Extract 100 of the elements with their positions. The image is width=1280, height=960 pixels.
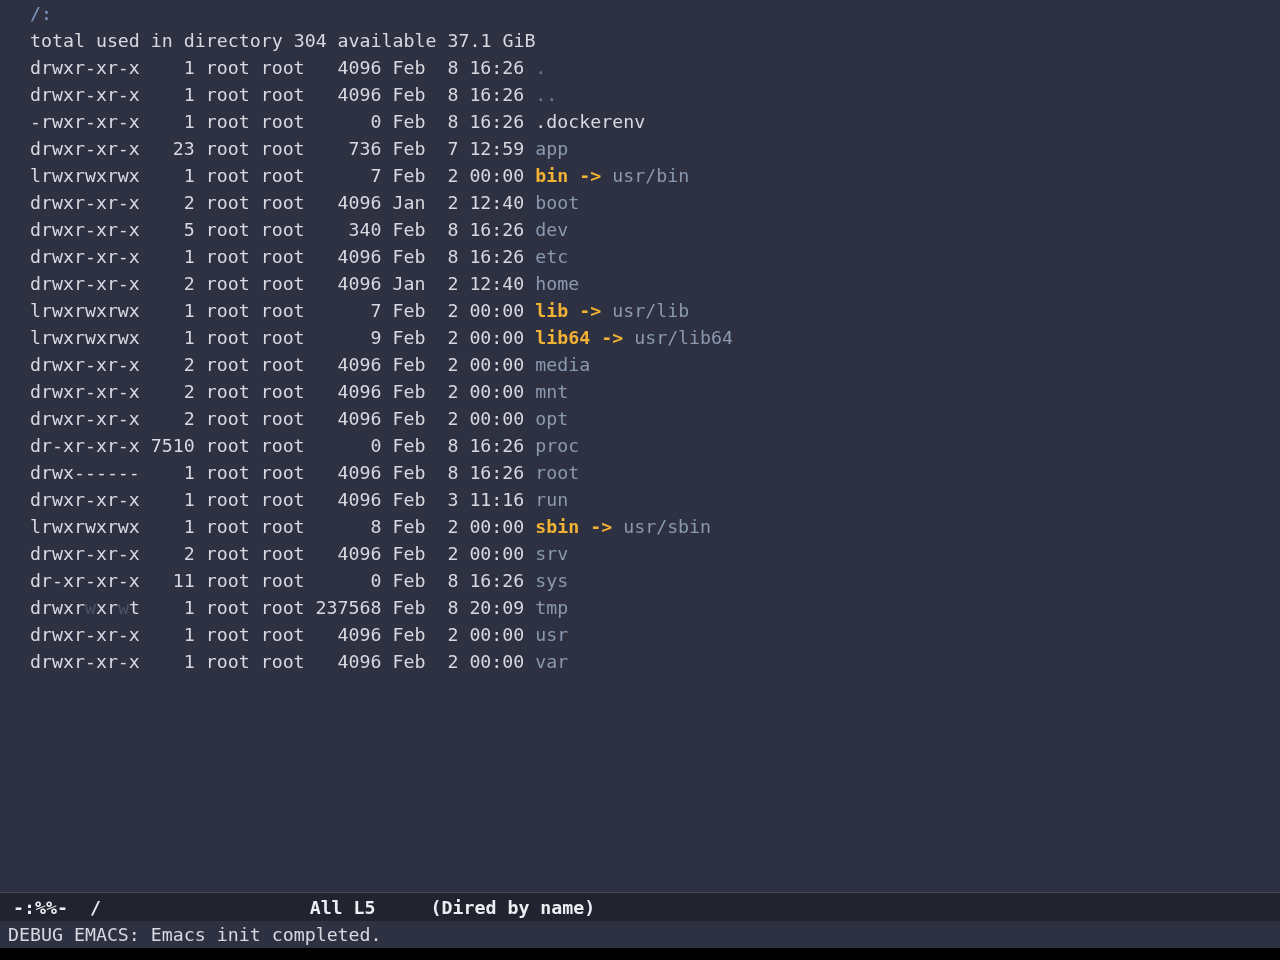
link-count: 1: [182, 488, 195, 512]
owner-text: root: [205, 488, 250, 512]
permissions-text: drwxr-xr-x: [29, 137, 140, 161]
link-count: 1: [182, 650, 195, 674]
time-text: 00:00: [469, 164, 525, 188]
owner-text: root: [205, 623, 250, 647]
directory-name[interactable]: ..: [535, 81, 558, 108]
modified-status: -:%%-: [13, 895, 68, 920]
group-text: root: [260, 218, 305, 242]
directory-name[interactable]: boot: [535, 189, 580, 216]
directory-header: /:: [29, 2, 52, 26]
time-text: 16:26: [469, 83, 525, 107]
time-text: 16:26: [469, 218, 525, 242]
permissions-text: drwxr-xr-x: [29, 218, 140, 242]
owner-text: root: [205, 299, 250, 323]
size-text: 7: [369, 299, 382, 323]
size-text: 0: [369, 434, 382, 458]
link-target: usr/lib64: [634, 326, 734, 350]
size-text: 9: [369, 326, 382, 350]
group-text: root: [260, 380, 305, 404]
link-count: 11: [171, 569, 195, 593]
size-text: 7: [369, 164, 382, 188]
directory-name[interactable]: sys: [535, 567, 569, 594]
directory-name[interactable]: dev: [535, 216, 569, 243]
link-count: 2: [182, 380, 195, 404]
size-text: 4096: [336, 83, 382, 107]
time-text: 16:26: [469, 56, 525, 80]
directory-name[interactable]: etc: [535, 243, 569, 270]
permissions-text: drwx------: [29, 461, 140, 485]
link-target: usr/sbin: [623, 515, 712, 539]
size-text: 237568: [315, 596, 382, 620]
directory-name[interactable]: app: [535, 135, 569, 162]
month-text: Feb: [392, 461, 426, 485]
directory-name[interactable]: home: [535, 270, 580, 297]
symlink-name[interactable]: bin: [535, 162, 569, 189]
link-count: 1: [182, 515, 195, 539]
day-text: 2: [446, 164, 459, 188]
link-count: 5: [182, 218, 195, 242]
size-text: 4096: [336, 56, 382, 80]
owner-text: root: [205, 272, 250, 296]
directory-name[interactable]: srv: [535, 540, 569, 567]
permissions-text: drwxr-xr-x: [29, 56, 140, 80]
permissions-text: dr-xr-xr-x: [29, 569, 140, 593]
size-text: 340: [347, 218, 382, 242]
size-text: 4096: [336, 191, 382, 215]
directory-name[interactable]: proc: [535, 432, 580, 459]
owner-text: root: [205, 515, 250, 539]
month-text: Feb: [392, 650, 426, 674]
day-text: 8: [446, 596, 459, 620]
group-text: root: [260, 326, 305, 350]
owner-text: root: [205, 164, 250, 188]
symlink-name[interactable]: sbin: [535, 513, 580, 540]
group-text: root: [260, 407, 305, 431]
month-text: Feb: [392, 596, 426, 620]
month-text: Feb: [392, 56, 426, 80]
size-text: 4096: [336, 650, 382, 674]
directory-name[interactable]: .: [535, 54, 547, 81]
directory-summary: total used in directory 304 available 37.1 GiB: [29, 29, 536, 53]
directory-name[interactable]: run: [535, 486, 569, 513]
size-text: 4096: [336, 623, 382, 647]
permissions-text: drwxr-xr-x: [29, 272, 140, 296]
size-text: 736: [347, 137, 382, 161]
month-text: Feb: [392, 218, 426, 242]
directory-name[interactable]: opt: [535, 405, 569, 432]
permissions-text: drwxr-xr-x: [29, 650, 140, 674]
permissions-text: drwxr-xr-x: [29, 380, 140, 404]
permissions-text: lrwxrwxrwx: [29, 164, 140, 188]
file-name[interactable]: .dockerenv: [535, 108, 646, 135]
directory-name[interactable]: media: [535, 351, 591, 378]
directory-name[interactable]: root: [535, 459, 580, 486]
permissions-text: drwxr-xr-x: [29, 623, 140, 647]
symlink-name[interactable]: lib: [535, 297, 569, 324]
directory-name[interactable]: tmp: [535, 594, 569, 621]
group-text: root: [260, 569, 305, 593]
owner-text: root: [205, 191, 250, 215]
owner-text: root: [205, 380, 250, 404]
size-text: 4096: [336, 542, 382, 566]
group-text: root: [260, 110, 305, 134]
directory-name[interactable]: mnt: [535, 378, 569, 405]
month-text: Feb: [392, 326, 426, 350]
owner-text: root: [205, 110, 250, 134]
group-text: root: [260, 434, 305, 458]
group-text: root: [260, 164, 305, 188]
size-text: 4096: [336, 245, 382, 269]
group-text: root: [260, 623, 305, 647]
size-text: 4096: [336, 353, 382, 377]
buffer-name[interactable]: /: [89, 893, 101, 921]
day-text: 2: [446, 380, 459, 404]
permissions-text: drwxr-xr-x: [29, 191, 140, 215]
day-text: 8: [446, 83, 459, 107]
directory-name[interactable]: usr: [535, 621, 569, 648]
time-text: 12:59: [469, 137, 525, 161]
line-number: L5: [353, 895, 376, 920]
owner-text: root: [205, 461, 250, 485]
symlink-name[interactable]: lib64: [535, 324, 591, 351]
symlink-arrow: ->: [601, 326, 624, 350]
directory-name[interactable]: var: [535, 648, 569, 675]
major-mode[interactable]: (Dired by name): [430, 893, 596, 921]
time-text: 00:00: [469, 326, 525, 350]
link-count: 7510: [150, 434, 195, 458]
